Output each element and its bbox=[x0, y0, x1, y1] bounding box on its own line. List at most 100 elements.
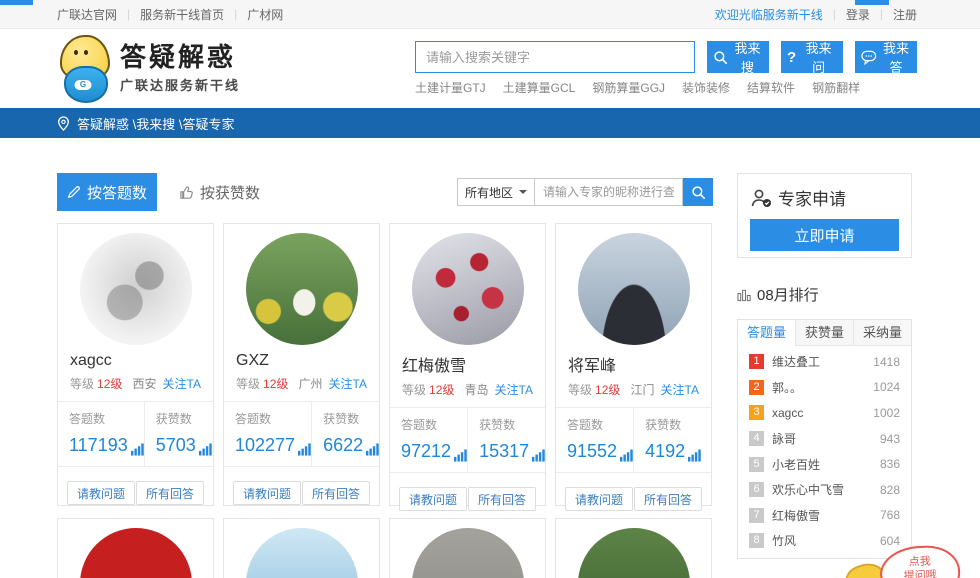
follow-link[interactable]: 关注TA bbox=[163, 375, 201, 392]
expert-name[interactable]: 将军峰 bbox=[568, 352, 699, 376]
answers-stat: 答题数 91552 bbox=[556, 408, 633, 472]
level-label: 等级 bbox=[236, 375, 260, 392]
speech-bubble-icon bbox=[861, 50, 877, 65]
breadcrumb[interactable]: 答疑解惑 \我来搜 \答疑专家 bbox=[77, 114, 234, 133]
answer-button[interactable]: 我来答 bbox=[855, 41, 917, 73]
all-answers-button[interactable]: 所有回答 bbox=[302, 481, 370, 505]
expert-city: 西安 bbox=[133, 375, 157, 392]
logo[interactable]: G 答疑解惑 广联达服务新干线 bbox=[55, 35, 240, 103]
follow-link[interactable]: 关注TA bbox=[329, 375, 367, 392]
region-select[interactable]: 所有地区 bbox=[457, 178, 535, 206]
expert-name[interactable]: GXZ bbox=[236, 352, 367, 370]
rank-badge: 6 bbox=[749, 482, 764, 497]
rank-user[interactable]: 红梅傲雪 bbox=[772, 507, 880, 524]
level-value: 12级 bbox=[595, 381, 620, 398]
bar-chart-icon bbox=[298, 443, 311, 456]
ranking-title: 08月排行 bbox=[737, 284, 912, 305]
expert-card: 红梅傲雪 等级 12级 青岛 关注TA 答题数 97212 获赞数 bbox=[389, 223, 546, 506]
rank-user[interactable]: 郭。。 bbox=[772, 379, 873, 396]
tab-answer-volume[interactable]: 答题量 bbox=[738, 320, 795, 346]
sidebar: 专家申请 立即申请 08月排行 答题量 获赞量 采纳量 1 维达叠工 1418 bbox=[737, 173, 912, 559]
ranking-row: 1 维达叠工 1418 bbox=[738, 349, 911, 375]
tab-by-answer-count[interactable]: 按答题数 bbox=[57, 173, 157, 211]
tab-like-volume[interactable]: 获赞量 bbox=[795, 320, 853, 346]
all-answers-button[interactable]: 所有回答 bbox=[136, 481, 204, 505]
expert-meta: 等级 12级 江门 关注TA bbox=[568, 381, 699, 398]
ranking-row: 7 红梅傲雪 768 bbox=[738, 503, 911, 529]
hot-link-decoration[interactable]: 装饰装修 bbox=[682, 79, 730, 96]
expert-avatar[interactable] bbox=[80, 528, 192, 578]
ask-question-button[interactable]: 请教问题 bbox=[565, 487, 633, 511]
follow-link[interactable]: 关注TA bbox=[661, 381, 699, 398]
expert-card bbox=[389, 518, 546, 578]
link-service-home[interactable]: 服务新干线首页 bbox=[140, 6, 224, 23]
level-label: 等级 bbox=[402, 381, 426, 398]
expert-avatar[interactable] bbox=[412, 233, 524, 345]
expert-avatar[interactable] bbox=[246, 233, 358, 345]
hot-link-rebar[interactable]: 钢筋翻样 bbox=[812, 79, 860, 96]
expert-name[interactable]: xagcc bbox=[70, 352, 201, 370]
top-edge-artifact bbox=[855, 0, 889, 5]
expert-avatar[interactable] bbox=[412, 528, 524, 578]
bar-chart-icon bbox=[131, 443, 144, 456]
expert-avatar[interactable] bbox=[246, 528, 358, 578]
search-button[interactable]: 我来搜 bbox=[707, 41, 769, 73]
ask-question-button[interactable]: 请教问题 bbox=[67, 481, 135, 505]
rank-user[interactable]: 小老百姓 bbox=[772, 456, 880, 473]
expert-avatar[interactable] bbox=[80, 233, 192, 345]
hot-link-gcl[interactable]: 土建算量GCL bbox=[503, 79, 576, 96]
chevron-down-icon bbox=[519, 190, 527, 198]
expert-cards-row: xagcc 等级 12级 西安 关注TA 答题数 117193 获赞数 bbox=[57, 223, 713, 506]
expert-nickname-input[interactable] bbox=[535, 178, 683, 206]
expert-stats: 答题数 97212 获赞数 15317 bbox=[390, 407, 545, 473]
level-value: 12级 bbox=[429, 381, 454, 398]
expert-card bbox=[555, 518, 712, 578]
expert-avatar[interactable] bbox=[578, 233, 690, 345]
tab-by-like-count[interactable]: 按获赞数 bbox=[171, 173, 268, 211]
rank-badge: 8 bbox=[749, 533, 764, 548]
link-glodon-site[interactable]: 广联达官网 bbox=[57, 6, 117, 23]
rank-user[interactable]: 欢乐心中飞雪 bbox=[772, 481, 880, 498]
follow-link[interactable]: 关注TA bbox=[495, 381, 533, 398]
expert-name[interactable]: 红梅傲雪 bbox=[402, 352, 533, 376]
rank-badge: 2 bbox=[749, 380, 764, 395]
all-answers-button[interactable]: 所有回答 bbox=[468, 487, 536, 511]
link-gcw[interactable]: 广材网 bbox=[247, 6, 283, 23]
ranking-row: 4 詠哥 943 bbox=[738, 426, 911, 452]
ask-button[interactable]: ? 我来问 bbox=[781, 41, 843, 73]
separator: | bbox=[880, 7, 883, 21]
apply-now-button[interactable]: 立即申请 bbox=[750, 219, 899, 251]
answers-count: 117193 bbox=[69, 435, 128, 456]
expert-meta: 等级 12级 广州 关注TA bbox=[236, 375, 367, 392]
search-icon bbox=[691, 185, 706, 200]
separator: | bbox=[234, 7, 237, 21]
bar-chart-icon bbox=[688, 449, 701, 462]
rank-user[interactable]: xagcc bbox=[772, 406, 873, 420]
tab-adopt-volume[interactable]: 采纳量 bbox=[853, 320, 911, 346]
register-link[interactable]: 注册 bbox=[893, 6, 917, 23]
rank-user[interactable]: 詠哥 bbox=[772, 430, 880, 447]
answers-count: 102277 bbox=[235, 435, 295, 456]
answers-stat: 答题数 117193 bbox=[58, 402, 144, 466]
hot-link-ggj[interactable]: 钢筋算量GGJ bbox=[592, 79, 665, 96]
likes-count: 4192 bbox=[645, 441, 685, 462]
expert-avatar[interactable] bbox=[578, 528, 690, 578]
separator: | bbox=[127, 7, 130, 21]
rank-value: 1418 bbox=[873, 355, 900, 369]
location-pin-icon bbox=[57, 116, 70, 131]
ask-question-button[interactable]: 请教问题 bbox=[233, 481, 301, 505]
main-content: 按答题数 按获赞数 所有地区 bbox=[57, 173, 713, 578]
ask-me-bubble[interactable]: 点我 提问哦 bbox=[879, 545, 961, 578]
bar-chart-icon bbox=[199, 443, 212, 456]
expert-search-button[interactable] bbox=[683, 178, 713, 206]
rank-user[interactable]: 维达叠工 bbox=[772, 353, 873, 370]
welcome-link[interactable]: 欢迎光临服务新干线 bbox=[715, 6, 823, 23]
hot-link-gtj[interactable]: 土建计量GTJ bbox=[415, 79, 486, 96]
hot-link-settlement[interactable]: 结算软件 bbox=[747, 79, 795, 96]
person-check-icon bbox=[750, 188, 772, 208]
ask-question-button[interactable]: 请教问题 bbox=[399, 487, 467, 511]
login-link[interactable]: 登录 bbox=[846, 6, 870, 23]
likes-stat: 获赞数 5703 bbox=[144, 402, 213, 466]
keyword-search-input[interactable] bbox=[415, 41, 695, 73]
all-answers-button[interactable]: 所有回答 bbox=[634, 487, 702, 511]
